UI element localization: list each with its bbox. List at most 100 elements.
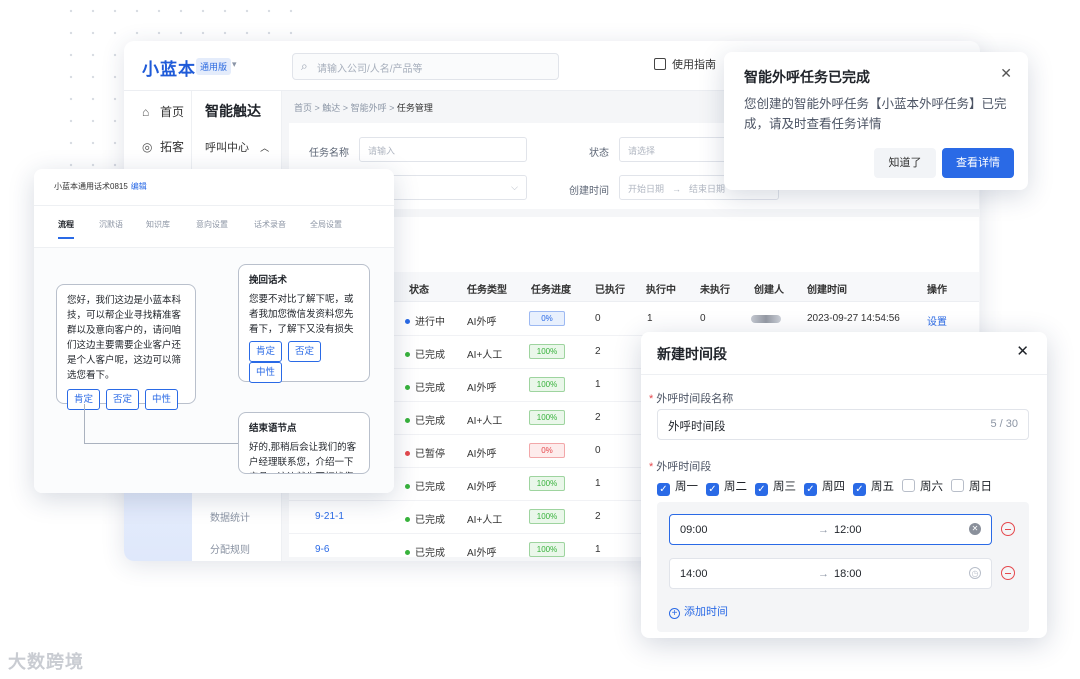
range-end: 12:00 (834, 524, 862, 536)
pending-cell: 0 (700, 313, 706, 324)
crumb[interactable]: 首页 (294, 103, 312, 113)
created-cell: 2023-09-27 14:54:56 (807, 313, 900, 324)
edit-link[interactable]: 编辑 (131, 182, 147, 191)
status-dot (405, 319, 410, 324)
arrow: → (672, 184, 682, 194)
weekday-checkbox[interactable]: ✓ 周五 (853, 478, 894, 496)
subnav-item-stats[interactable]: 数据统计 (210, 509, 250, 524)
weekday-label: 周四 (822, 481, 845, 493)
remove-range-icon[interactable] (1001, 522, 1015, 536)
period-label: * 外呼时间段 (649, 461, 712, 473)
checkbox-icon (951, 479, 964, 492)
status-text: 已完成 (415, 548, 445, 559)
status-text: 已完成 (415, 383, 445, 394)
watermark: 大数跨境 (8, 652, 84, 672)
dismiss-button[interactable]: 知道了 (874, 148, 936, 178)
weekday-checkbox[interactable]: ✓ 周一 (657, 478, 698, 496)
th-type: 任务类型 (467, 285, 507, 296)
range-arrow: → (818, 568, 829, 580)
name-value: 外呼时间段 (668, 421, 726, 433)
status-cell: 已完成 (405, 412, 445, 427)
weekday-label: 周二 (724, 481, 747, 493)
divider (34, 205, 394, 206)
status-dot (405, 385, 410, 390)
time-range-input[interactable]: 14:00 → 18:00 ◷ (669, 558, 992, 589)
node-end-title: 结束语节点 (249, 423, 297, 434)
time-ranges: 09:00 → 12:00 ✕ 14:00 → 18:00 ◷ + 添加时间 (657, 502, 1029, 632)
period-name-input[interactable]: 外呼时间段 5 / 30 (657, 409, 1029, 440)
name-label-text: 外呼时间段名称 (656, 393, 734, 405)
th-action: 操作 (927, 285, 947, 296)
tab-intent[interactable]: 意向设置 (196, 219, 228, 230)
logo: 小蓝本 (142, 60, 196, 79)
type-cell: AI+人工 (467, 350, 503, 361)
status-cell: 已完成 (405, 511, 445, 526)
edition-badge[interactable]: 通用版 (196, 58, 232, 75)
close-icon[interactable]: ✕ (1000, 65, 1012, 82)
progress-badge: 100% (529, 410, 565, 425)
nav-home[interactable]: ⌂ 首页 (142, 103, 184, 120)
flow-node-main[interactable]: 您好，我们这边是小蓝本科技，可以帮企业寻找精准客群以及意向客户的，请问咱们这边主… (56, 284, 196, 410)
subnav-item-rules[interactable]: 分配规则 (210, 541, 250, 556)
th-creator: 创建人 (754, 285, 784, 296)
settings-link[interactable]: 设置 (927, 313, 947, 328)
view-details-button[interactable]: 查看详情 (942, 148, 1014, 178)
tab-flow[interactable]: 流程 (58, 219, 74, 230)
nav-home-label: 首页 (160, 105, 185, 119)
crumb[interactable]: 触达 (322, 103, 340, 113)
breadcrumb: 首页 > 触达 > 智能外呼 > 任务管理 (294, 103, 433, 113)
script-title: 小蓝本通用话术0815 (54, 182, 128, 191)
subnav-group-call-center[interactable]: 呼叫中心 ︿ (205, 139, 269, 155)
type-cell: AI外呼 (467, 548, 497, 559)
status-cell: 已暂停 (405, 445, 445, 460)
weekday-checkbox[interactable]: ✓ 周二 (706, 478, 747, 496)
tab-recording[interactable]: 话术录音 (254, 219, 286, 230)
subnav-title: 智能触达 (205, 103, 261, 119)
node-main-text: 您好，我们这边是小蓝本科技，可以帮企业寻找精准客群以及意向客户的，请问咱们这边主… (67, 295, 182, 381)
script-editor-card: 小蓝本通用话术0815 编辑 流程 沉默语 知识库 意向设置 话术录音 全局设置 … (34, 169, 394, 493)
chip-neutral[interactable]: 中性 (249, 362, 283, 383)
done-cell: 1 (595, 478, 601, 489)
close-icon[interactable]: ✕ (1016, 342, 1029, 360)
tab-silence[interactable]: 沉默语 (99, 219, 123, 230)
time-range-input[interactable]: 09:00 → 12:00 ✕ (669, 514, 992, 545)
task-name[interactable]: 9-6 (315, 544, 329, 555)
tab-global[interactable]: 全局设置 (310, 219, 342, 230)
nav-prospect[interactable]: ◎ 拓客 (142, 138, 184, 155)
flow-node-end[interactable]: 结束语节点 好的,那稍后会让我们的客户经理联系您，介绍一下产品，这边就先不打扰您… (238, 412, 370, 474)
progress-badge: 0% (529, 443, 565, 458)
search-input[interactable]: ⌕ 请输入公司/人名/产品等 (292, 53, 559, 80)
chip-negative[interactable]: 否定 (288, 341, 322, 362)
task-name-input[interactable]: 请输入 (359, 137, 527, 162)
task-name[interactable]: 9-21-1 (315, 511, 344, 522)
weekday-checkbox[interactable]: 周日 (951, 478, 992, 494)
add-time-label: 添加时间 (684, 606, 728, 618)
chevron-down-icon[interactable]: ▾ (232, 59, 237, 70)
guide-link[interactable]: 使用指南 (654, 56, 716, 72)
status-cell: 已完成 (405, 346, 445, 361)
progress-badge: 100% (529, 542, 565, 557)
new-period-dialog: 新建时间段 ✕ * 外呼时间段名称 外呼时间段 5 / 30 * 外呼时间段 ✓ 周一… (641, 332, 1047, 638)
flow-node-recover[interactable]: 挽回话术 您要不对比了解下呢，或者我加您微信发资料您先看下，了解下又没有损失的嘛… (238, 264, 370, 383)
node-end-text: 好的,那稍后会让我们的客户经理联系您，介绍一下产品，这边就先不打扰您了 (249, 442, 357, 473)
add-time-button[interactable]: + 添加时间 (669, 603, 728, 619)
weekday-checkbox[interactable]: ✓ 周四 (804, 478, 845, 496)
tab-knowledge[interactable]: 知识库 (146, 219, 170, 230)
remove-range-icon[interactable] (1001, 566, 1015, 580)
weekday-checkbox[interactable]: ✓ 周三 (755, 478, 796, 496)
th-done: 已执行 (595, 285, 625, 296)
done-cell: 0 (595, 445, 601, 456)
clear-icon[interactable]: ✕ (969, 523, 981, 535)
crumb[interactable]: 智能外呼 (351, 103, 387, 113)
divider (641, 374, 1047, 375)
done-cell: 0 (595, 313, 601, 324)
status-cell: 已完成 (405, 544, 445, 559)
type-cell: AI外呼 (467, 317, 497, 328)
status-cell: 进行中 (405, 313, 445, 328)
notification-card: 智能外呼任务已完成 ✕ 您创建的智能外呼任务【小蓝本外呼任务】已完成，请及时查看… (724, 52, 1028, 190)
done-cell: 2 (595, 346, 601, 357)
weekday-checkbox[interactable]: 周六 (902, 478, 943, 494)
chip-positive[interactable]: 肯定 (249, 341, 283, 362)
status-text: 已暂停 (415, 449, 445, 460)
checkbox-icon: ✓ (804, 483, 817, 496)
